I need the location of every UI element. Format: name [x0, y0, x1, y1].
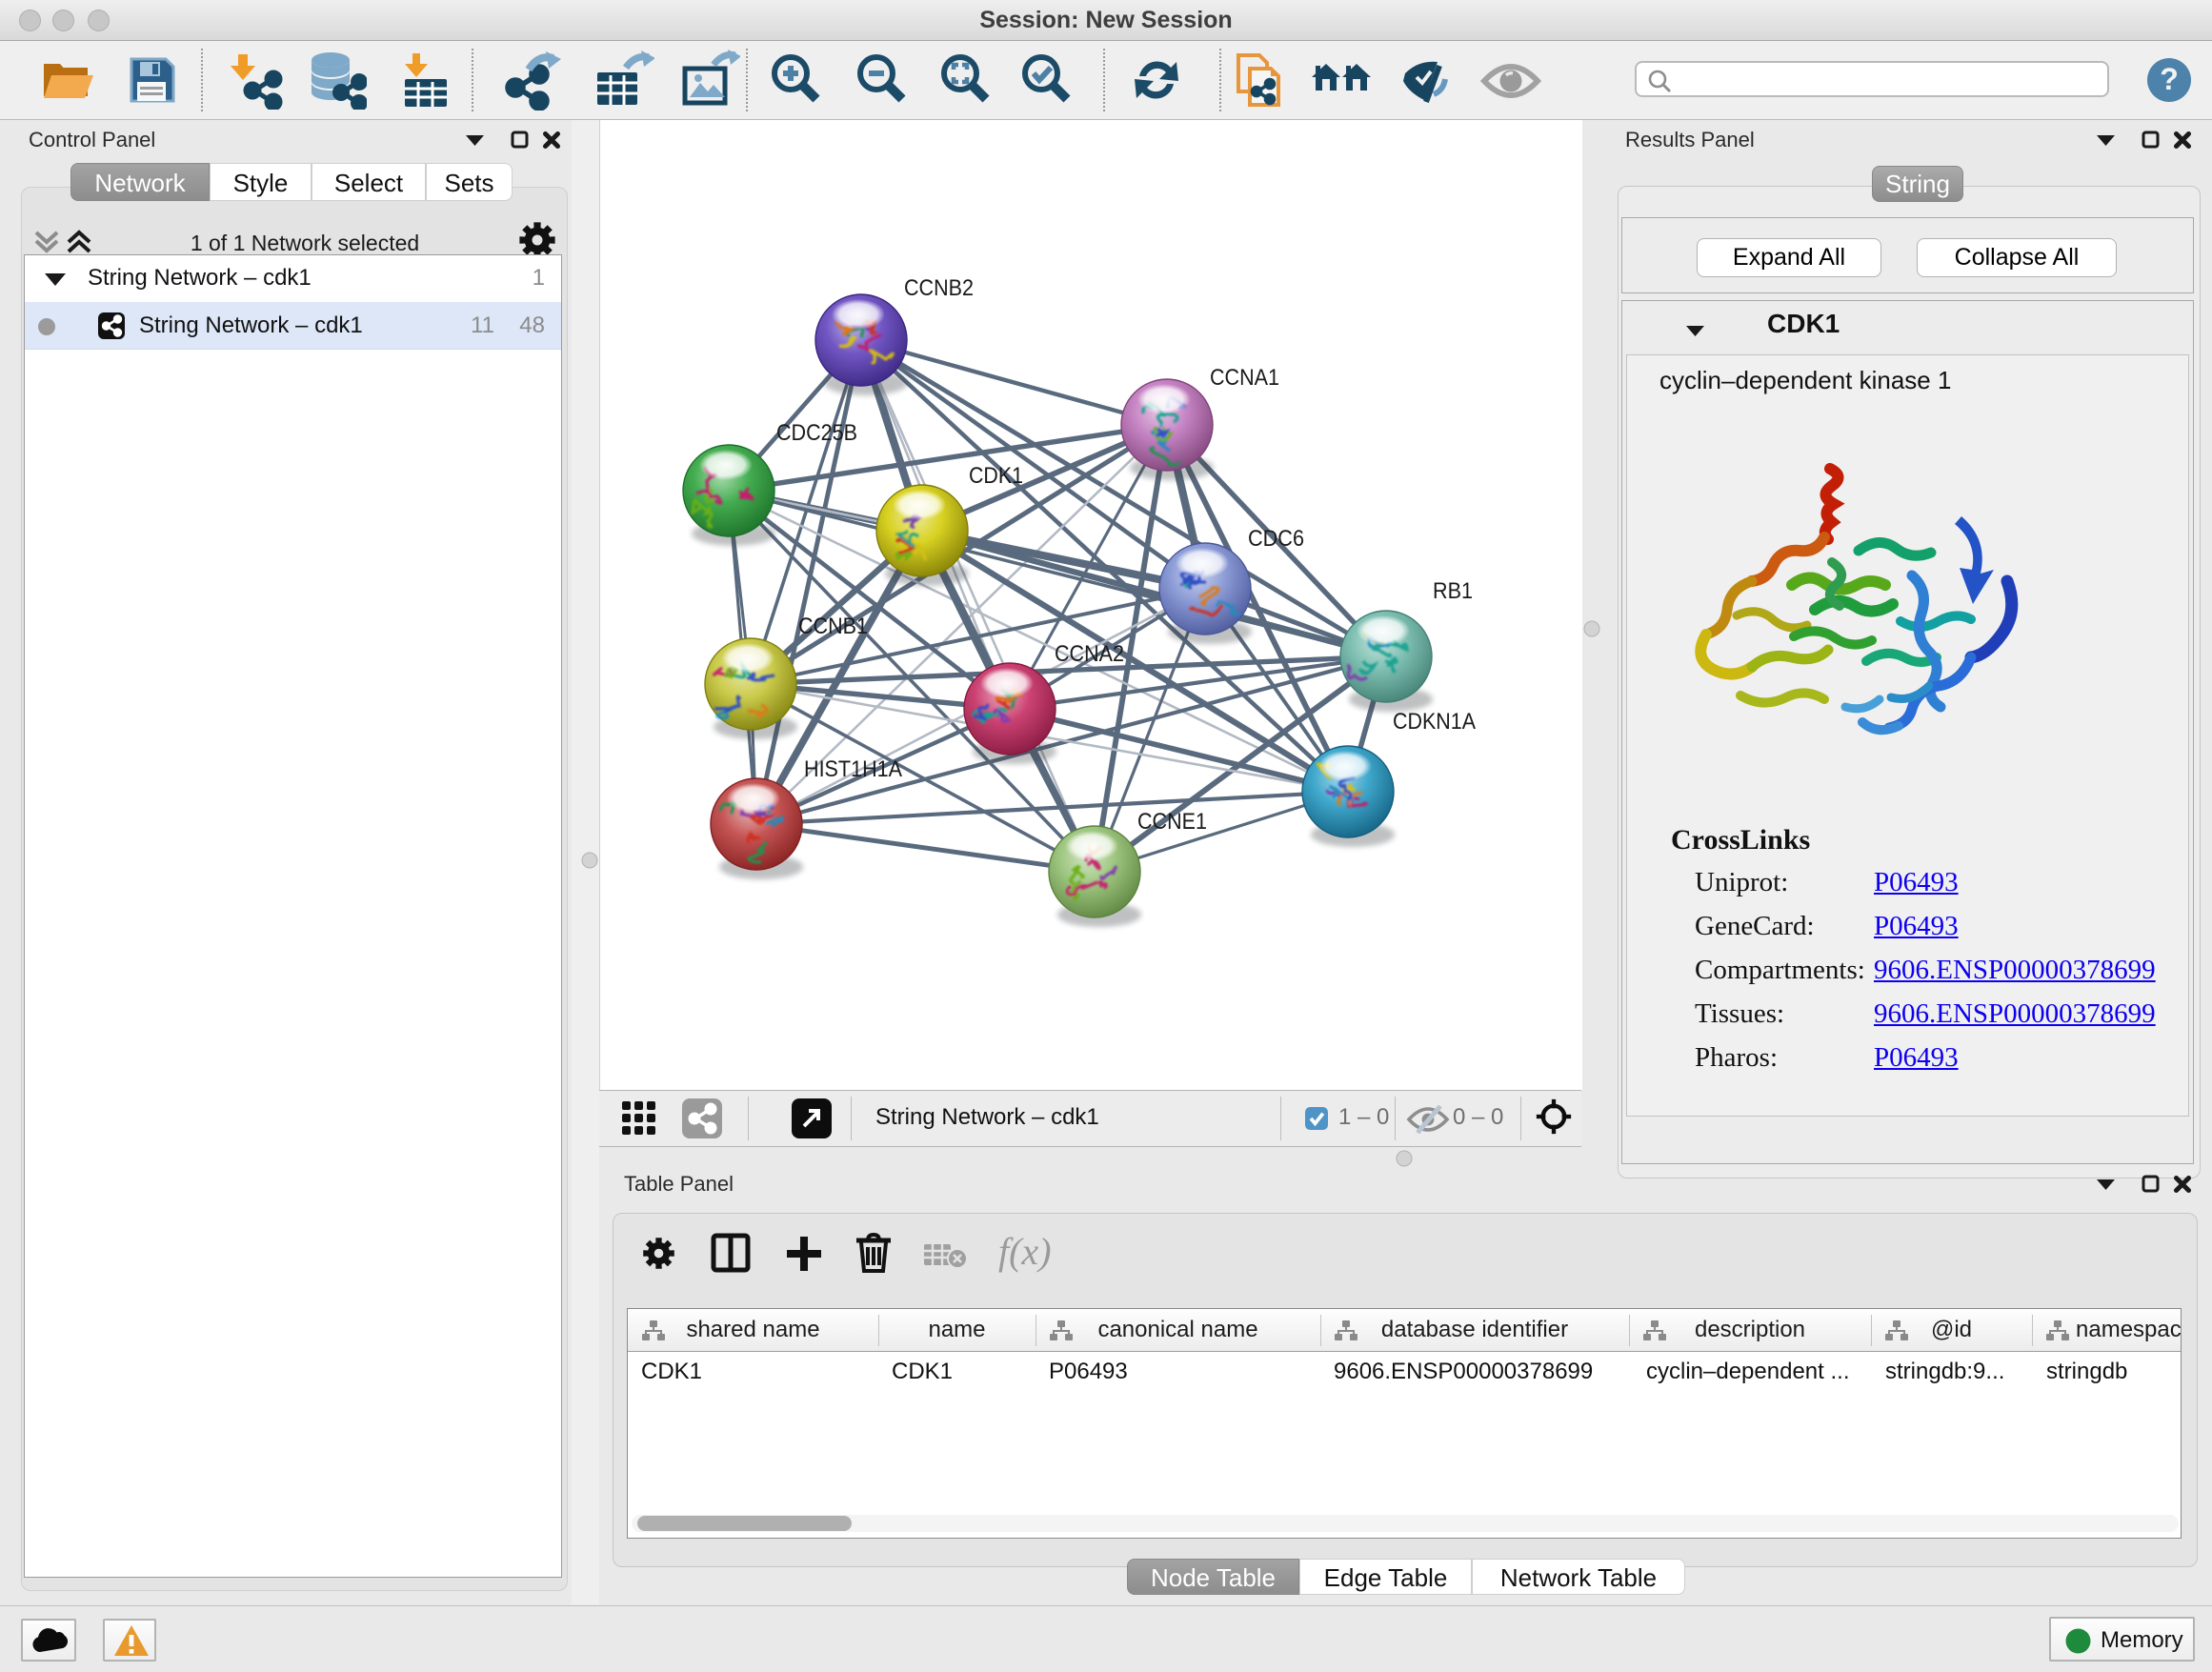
svg-text:CDC25B: CDC25B	[776, 420, 857, 446]
svg-text:CCNB2: CCNB2	[904, 275, 974, 301]
svg-text:CDK1: CDK1	[969, 463, 1023, 489]
svg-text:CCNA2: CCNA2	[1055, 641, 1124, 667]
svg-text:CCNA1: CCNA1	[1210, 365, 1279, 391]
svg-text:CCNB1: CCNB1	[798, 614, 868, 639]
svg-text:RB1: RB1	[1433, 578, 1473, 604]
svg-text:?: ?	[2160, 62, 2179, 96]
svg-text:CCNE1: CCNE1	[1137, 809, 1207, 835]
svg-text:HIST1H1A: HIST1H1A	[804, 756, 902, 782]
svg-text:CDC6: CDC6	[1248, 526, 1304, 552]
svg-text:CDKN1A: CDKN1A	[1393, 709, 1476, 735]
